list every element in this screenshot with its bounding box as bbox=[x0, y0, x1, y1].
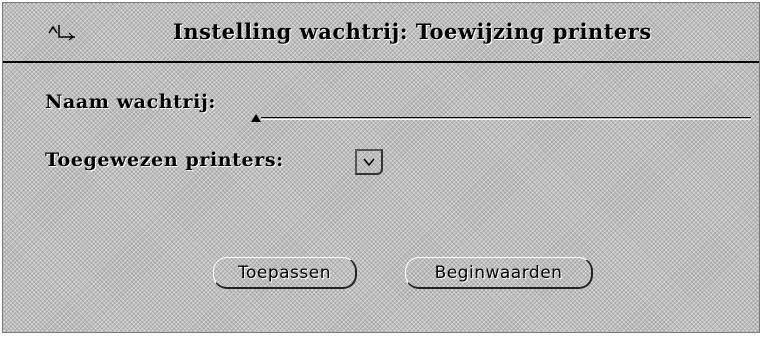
title-bar: Instelling wachtrij: Toewijzing printers bbox=[3, 3, 759, 63]
queue-name-field-shadow bbox=[261, 119, 751, 120]
assigned-printers-menu-button[interactable] bbox=[355, 149, 383, 175]
dialog-window: Instelling wachtrij: Toewijzing printers… bbox=[2, 2, 760, 333]
queue-name-field[interactable] bbox=[261, 103, 751, 118]
window-menu-icon[interactable] bbox=[47, 23, 77, 41]
menu-button-icon bbox=[363, 158, 375, 167]
apply-button[interactable]: Toepassen bbox=[213, 257, 357, 289]
assigned-printers-label: Toegewezen printers: bbox=[45, 149, 284, 171]
window-title: Instelling wachtrij: Toewijzing printers bbox=[173, 19, 652, 44]
text-caret-icon bbox=[251, 107, 261, 122]
reset-button[interactable]: Beginwaarden bbox=[405, 257, 593, 289]
queue-name-label: Naam wachtrij: bbox=[45, 91, 217, 113]
